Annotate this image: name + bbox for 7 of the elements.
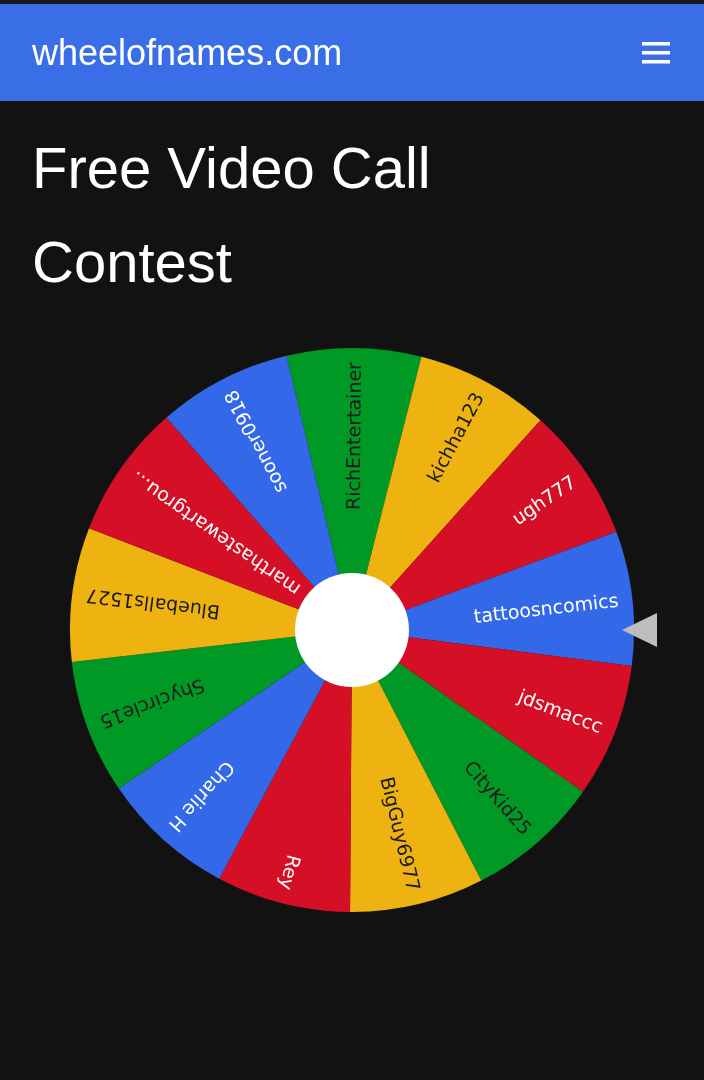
menu-icon[interactable] — [642, 41, 670, 64]
entry-name: tattoosncomics — [472, 588, 620, 627]
pointer-icon — [622, 613, 657, 647]
entry-name: RichEntertainer — [341, 361, 365, 510]
wheel-title: Free Video Call Contest — [32, 134, 432, 296]
entry-name: Rey — [275, 852, 306, 893]
site-name[interactable]: wheelofnames.com — [32, 31, 343, 74]
